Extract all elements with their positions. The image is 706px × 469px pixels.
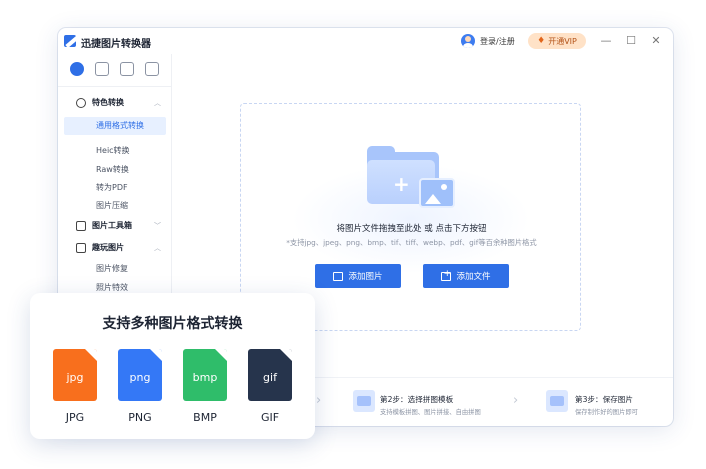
minimize-button[interactable]: — bbox=[599, 34, 613, 48]
sidebar-toolbar bbox=[58, 62, 172, 80]
chevron-up-icon: ︿ bbox=[154, 244, 161, 252]
login-button[interactable]: 登录/注册 bbox=[461, 34, 515, 48]
sidebar-item-raw[interactable]: Raw转换 bbox=[96, 164, 129, 175]
step3-title: 第3步：保存图片 bbox=[575, 395, 633, 404]
group-label: 趣玩图片 bbox=[92, 243, 124, 252]
vip-label: 开通VIP bbox=[548, 36, 577, 46]
promo-title: 支持多种图片格式转换 bbox=[102, 316, 243, 332]
add-file-button[interactable]: 添加文件 bbox=[423, 264, 509, 288]
format-png: png PNG bbox=[118, 349, 162, 424]
format-label: JPG bbox=[65, 411, 85, 424]
supported-formats-text: *支持jpg、jpeg、png、bmp、tif、tiff、webp、pdf、gi… bbox=[286, 238, 537, 247]
add-file-icon bbox=[441, 269, 452, 281]
step2-template-icon bbox=[353, 390, 375, 412]
photo-icon bbox=[419, 178, 455, 208]
step3-desc: 保存制作好的图片即可 bbox=[575, 409, 638, 416]
chevron-down-icon: ﹀ bbox=[154, 222, 161, 230]
sidebar-divider bbox=[58, 86, 172, 87]
maximize-button[interactable]: ☐ bbox=[624, 34, 638, 48]
sidebar-item-effects[interactable]: 照片特效 bbox=[96, 282, 128, 293]
toolbox-icon bbox=[76, 220, 86, 231]
sidebar-group-toolbox[interactable]: 图片工具箱 bbox=[76, 220, 132, 231]
special-convert-icon bbox=[76, 97, 86, 108]
sidebar-group-special[interactable]: 特色转换 bbox=[76, 97, 124, 108]
folder-icon: + bbox=[367, 146, 455, 208]
title-bar: 迅捷图片转换器 登录/注册 ♦ 开通VIP — ☐ ✕ bbox=[58, 28, 673, 54]
add-image-button[interactable]: 添加图片 bbox=[315, 264, 401, 288]
close-button[interactable]: ✕ bbox=[649, 34, 663, 48]
bmp-file-icon: bmp bbox=[183, 349, 227, 401]
app-title: 迅捷图片转换器 bbox=[81, 39, 151, 50]
jpg-file-icon: jpg bbox=[53, 349, 97, 401]
picture-icon[interactable] bbox=[120, 62, 134, 76]
format-label: GIF bbox=[260, 411, 280, 424]
group-label: 图片工具箱 bbox=[92, 221, 132, 230]
sidebar-item-repair[interactable]: 图片修复 bbox=[96, 263, 128, 274]
vip-button[interactable]: ♦ 开通VIP bbox=[528, 33, 586, 49]
add-file-label: 添加文件 bbox=[456, 272, 491, 282]
step3-save-icon bbox=[546, 390, 568, 412]
sidebar-item-compress[interactable]: 图片压缩 bbox=[96, 200, 128, 211]
avatar-icon bbox=[461, 34, 475, 48]
checklist-icon[interactable] bbox=[145, 62, 159, 76]
image-tool-icon[interactable] bbox=[95, 62, 109, 76]
convert-icon[interactable] bbox=[70, 62, 84, 76]
gif-file-icon: gif bbox=[248, 349, 292, 401]
diamond-icon: ♦ bbox=[537, 35, 546, 46]
sidebar-item-heic[interactable]: Heic转换 bbox=[96, 145, 130, 156]
format-jpg: jpg JPG bbox=[53, 349, 97, 424]
fun-picture-icon bbox=[76, 242, 86, 253]
stage: 迅捷图片转换器 登录/注册 ♦ 开通VIP — ☐ ✕ 特色转换 ︿ 通用格式转… bbox=[0, 0, 706, 469]
step2-desc: 支持模板拼图、图片拼接、自由拼图 bbox=[380, 409, 481, 416]
group-label: 特色转换 bbox=[92, 98, 124, 107]
drop-zone-hint: 将图片文件拖拽至此处 或 点击下方按钮 bbox=[336, 224, 487, 234]
png-file-icon: png bbox=[118, 349, 162, 401]
add-image-label: 添加图片 bbox=[348, 272, 383, 282]
format-label: PNG bbox=[128, 411, 152, 424]
chevron-right-icon: › bbox=[316, 393, 322, 408]
chevron-right-icon: › bbox=[513, 393, 519, 408]
format-bmp: bmp BMP bbox=[183, 349, 227, 424]
format-promo-card: 支持多种图片格式转换 jpg JPG png PNG bmp BMP gif G… bbox=[30, 293, 315, 439]
image-icon bbox=[333, 271, 344, 281]
sidebar-item-to-pdf[interactable]: 转为PDF bbox=[96, 182, 128, 193]
sidebar-group-fun[interactable]: 趣玩图片 bbox=[76, 242, 124, 253]
format-label: BMP bbox=[193, 411, 217, 424]
login-label: 登录/注册 bbox=[480, 36, 515, 46]
step2-title: 第2步：选择拼图模板 bbox=[380, 395, 454, 404]
sidebar-item-general-convert[interactable]: 通用格式转换 bbox=[64, 117, 166, 135]
format-gif: gif GIF bbox=[248, 349, 292, 424]
app-logo-icon bbox=[64, 35, 76, 47]
chevron-up-icon: ︿ bbox=[154, 99, 161, 107]
